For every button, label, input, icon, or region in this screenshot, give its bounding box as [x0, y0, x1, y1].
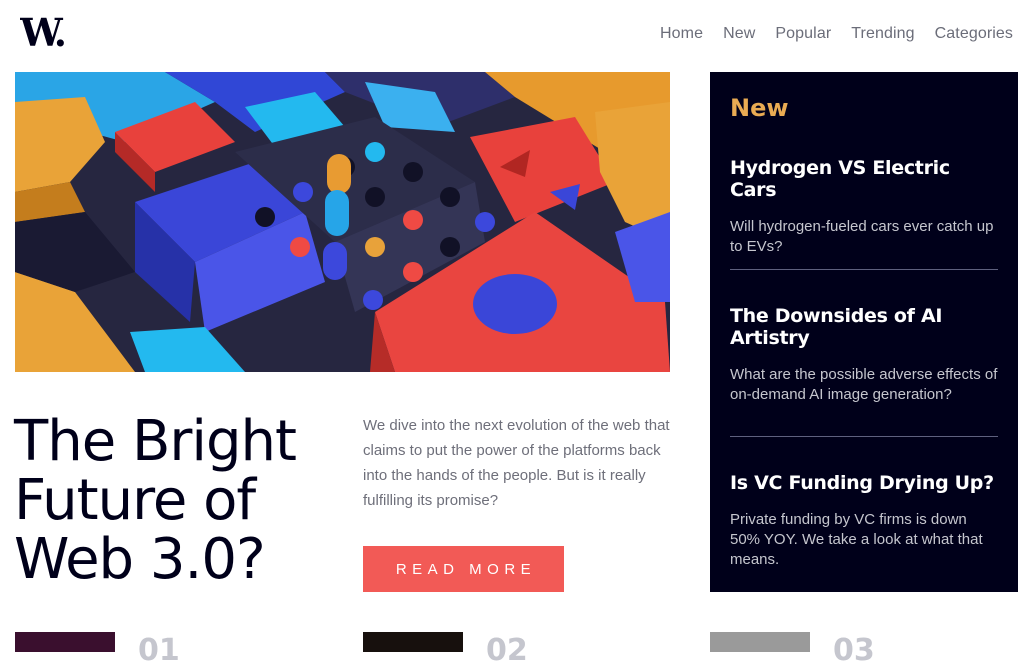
sidebar-article: Is VC Funding Drying Up? Private funding…	[730, 472, 998, 570]
nav-trending[interactable]: Trending	[851, 25, 914, 43]
article-thumbnail[interactable]	[15, 632, 115, 652]
article-number: 01	[138, 633, 180, 668]
sidebar-article: Hydrogen VS Electric Cars Will hydrogen-…	[730, 157, 998, 257]
sidebar-divider	[730, 436, 998, 437]
svg-text:W.: W.	[20, 12, 65, 54]
article-thumbnail[interactable]	[710, 632, 810, 652]
nav-new[interactable]: New	[723, 25, 755, 43]
article-title: The Bright Future of Web 3.0?	[14, 409, 297, 592]
article-thumbnail[interactable]	[363, 632, 463, 652]
new-articles-sidebar: New Hydrogen VS Electric Cars Will hydro…	[710, 72, 1018, 592]
sidebar-title: New	[730, 94, 789, 122]
sidebar-article-text: What are the possible adverse effects of…	[730, 366, 998, 403]
nav-categories[interactable]: Categories	[935, 25, 1013, 43]
sidebar-divider	[730, 269, 998, 270]
sidebar-article-title[interactable]: The Downsides of AI Artistry	[730, 305, 998, 349]
logo-mark: W.	[19, 10, 68, 55]
sidebar-article-title[interactable]: Hydrogen VS Electric Cars	[730, 157, 998, 201]
abstract-blocks-illustration	[15, 72, 670, 372]
main-nav: Home New Popular Trending Categories	[640, 25, 1013, 43]
article-number: 03	[833, 633, 875, 668]
sidebar-article-text: Private funding by VC firms is down 50% …	[730, 511, 983, 568]
article-description: We dive into the next evolution of the w…	[363, 417, 670, 509]
sidebar-article: The Downsides of AI Artistry What are th…	[730, 305, 998, 405]
sidebar-article-text: Will hydrogen-fueled cars ever catch up …	[730, 218, 994, 255]
logo[interactable]: W.	[19, 10, 74, 55]
nav-home[interactable]: Home	[660, 25, 703, 43]
sidebar-article-title[interactable]: Is VC Funding Drying Up?	[730, 472, 998, 494]
article-number: 02	[486, 633, 528, 668]
hero-image	[15, 72, 670, 372]
read-more-button[interactable]: READ MORE	[363, 546, 564, 592]
nav-popular[interactable]: Popular	[775, 25, 831, 43]
